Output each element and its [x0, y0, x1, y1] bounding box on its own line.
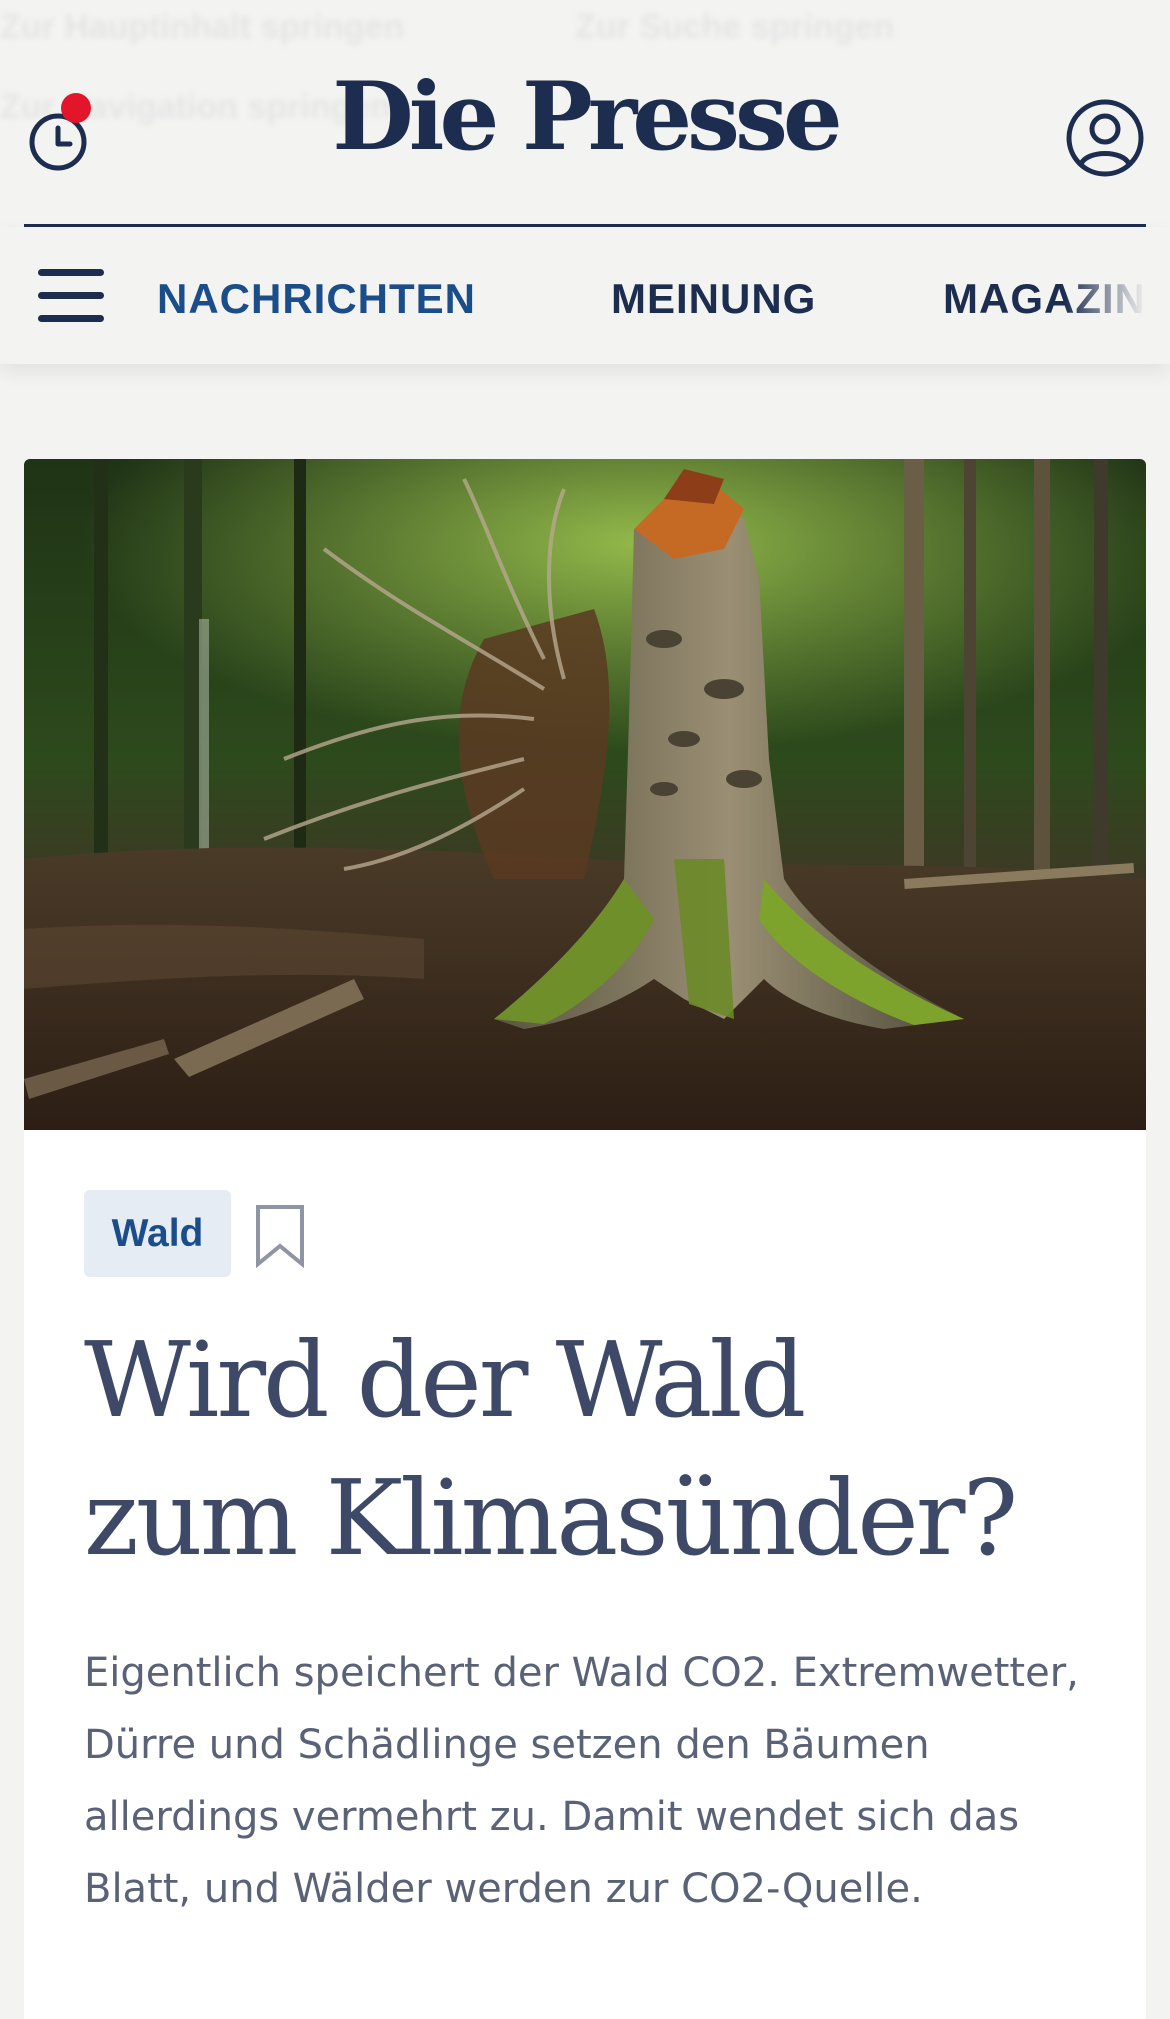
nav-item-magazin[interactable]: MAGAZIN	[943, 275, 1146, 323]
hamburger-menu-icon[interactable]	[38, 269, 106, 323]
article-headline[interactable]: Wird der Wald zum Klimasünder?	[84, 1311, 1084, 1587]
site-header: Die Presse	[0, 0, 1170, 227]
headline-line: Wird der Wald	[84, 1319, 806, 1441]
nav-item-nachrichten[interactable]: NACHRICHTEN	[157, 275, 476, 323]
article-image[interactable]	[24, 459, 1146, 1130]
bookmark-icon	[256, 1205, 304, 1269]
article-teaser[interactable]: Wald Wird der Wald zum Klimasünder? Eige…	[24, 459, 1146, 2019]
site-logo[interactable]: Die Presse	[0, 70, 1170, 164]
nav-item-meinung[interactable]: MEINUNG	[611, 275, 816, 323]
user-icon	[1066, 99, 1144, 177]
main-navigation: NACHRICHTEN MEINUNG MAGAZIN	[0, 227, 1170, 364]
article-lead: Eigentlich speichert der Wald CO2. Extre…	[84, 1650, 1079, 1912]
account-button[interactable]	[1065, 98, 1145, 178]
bookmark-button[interactable]	[254, 1204, 306, 1269]
topic-tag[interactable]: Wald	[84, 1190, 231, 1277]
headline-line: zum Klimasünder?	[84, 1457, 1018, 1579]
